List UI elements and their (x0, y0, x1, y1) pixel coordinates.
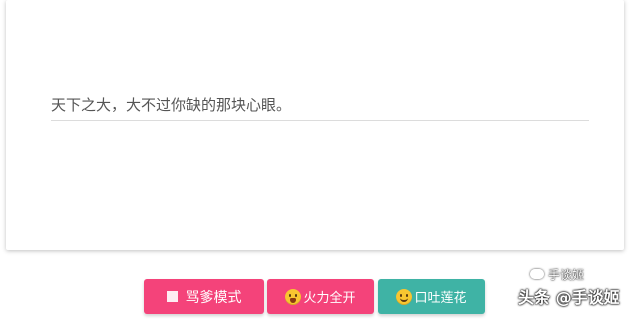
watermark-text: 头条 @手谈姬 (518, 288, 620, 307)
watermark: 头条 @手谈姬 (518, 284, 620, 308)
smile-face-icon (396, 288, 413, 305)
full-fire-label: 火力全开 (303, 291, 356, 306)
full-fire-button[interactable]: 火力全开 (267, 279, 374, 314)
quote-text: 天下之大，大不过你缺的那块心眼。 (51, 95, 589, 121)
curse-mode-button[interactable]: 骂爹模式 (144, 279, 264, 314)
lotus-speech-label: 口吐莲花 (414, 291, 467, 306)
watermark-logo: 手谈姬 (530, 266, 584, 283)
lotus-speech-button[interactable]: 口吐莲花 (378, 279, 485, 314)
wechat-icon (530, 269, 544, 279)
fearful-face-icon (285, 288, 302, 305)
quote-card: 天下之大，大不过你缺的那块心眼。 (6, 0, 624, 250)
curse-mode-label: 骂爹模式 (185, 289, 242, 306)
square-icon (166, 291, 178, 302)
